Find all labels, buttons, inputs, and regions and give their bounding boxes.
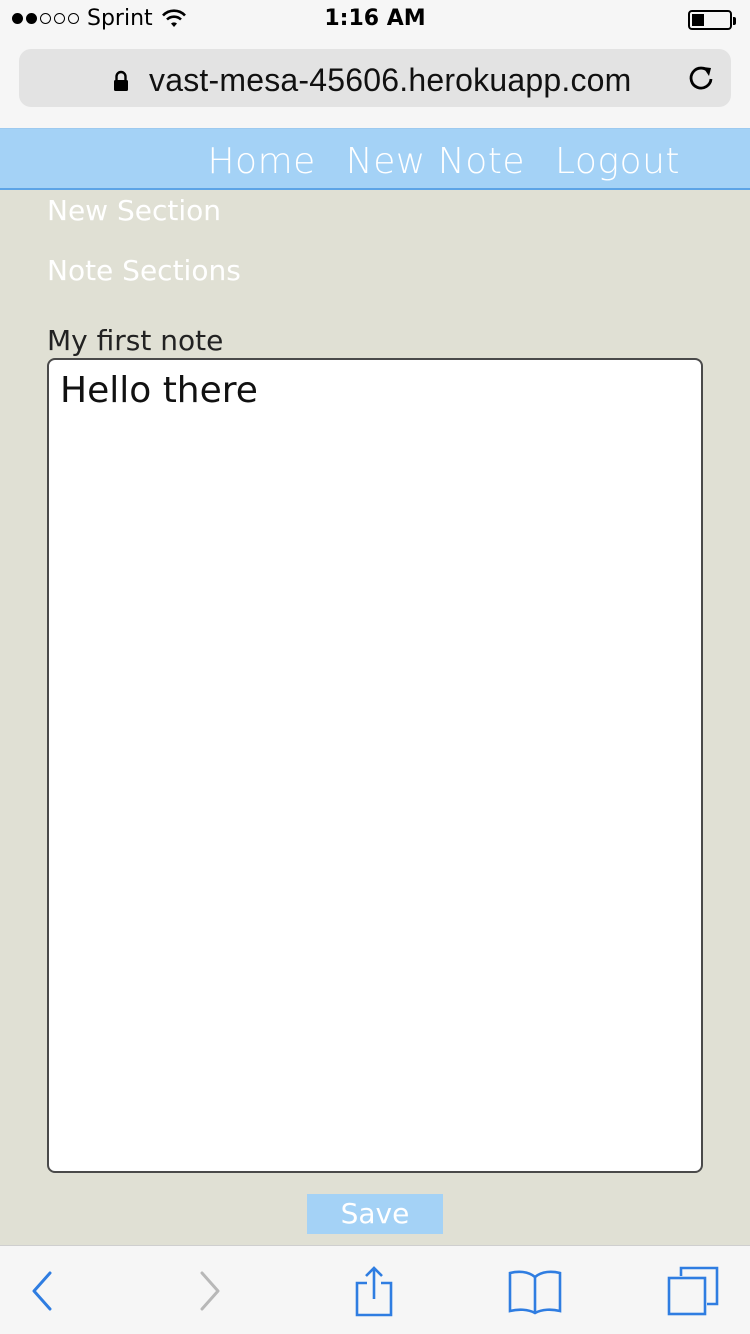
note-title: My first note (47, 324, 224, 357)
bookmarks-button[interactable] (504, 1246, 566, 1334)
note-body-textarea[interactable]: Hello there (47, 358, 703, 1173)
nav-home-link[interactable]: Home (207, 141, 315, 182)
nav-new-note-link[interactable]: New Note (346, 141, 525, 182)
share-icon (355, 1265, 393, 1316)
bookmarks-icon (508, 1270, 562, 1314)
status-time: 1:16 AM (324, 6, 426, 31)
battery-icon (688, 10, 736, 30)
nav-logout-link[interactable]: Logout (555, 141, 680, 182)
tabs-icon (667, 1266, 719, 1315)
main-content: New Section Note Sections My first note … (0, 190, 750, 1245)
browser-chrome: vast-mesa-45606.herokuapp.com (0, 40, 750, 128)
url-text: vast-mesa-45606.herokuapp.com (149, 62, 632, 98)
address-bar[interactable]: vast-mesa-45606.herokuapp.com (19, 49, 731, 107)
status-bar: Sprint 1:16 AM (0, 0, 750, 40)
forward-button[interactable] (180, 1246, 240, 1334)
forward-icon (200, 1271, 220, 1310)
note-sections-link[interactable]: Note Sections (47, 254, 241, 287)
new-section-link[interactable]: New Section (47, 194, 221, 227)
back-button[interactable] (12, 1246, 72, 1334)
back-icon (32, 1271, 52, 1310)
browser-toolbar (0, 1245, 750, 1334)
share-button[interactable] (344, 1246, 404, 1334)
reload-icon[interactable] (685, 62, 717, 94)
lock-icon (114, 70, 128, 91)
tabs-button[interactable] (662, 1246, 724, 1334)
save-button[interactable]: Save (307, 1194, 443, 1234)
nav-links: Home New Note Logout (207, 141, 680, 182)
top-nav: Home New Note Logout (0, 128, 750, 190)
